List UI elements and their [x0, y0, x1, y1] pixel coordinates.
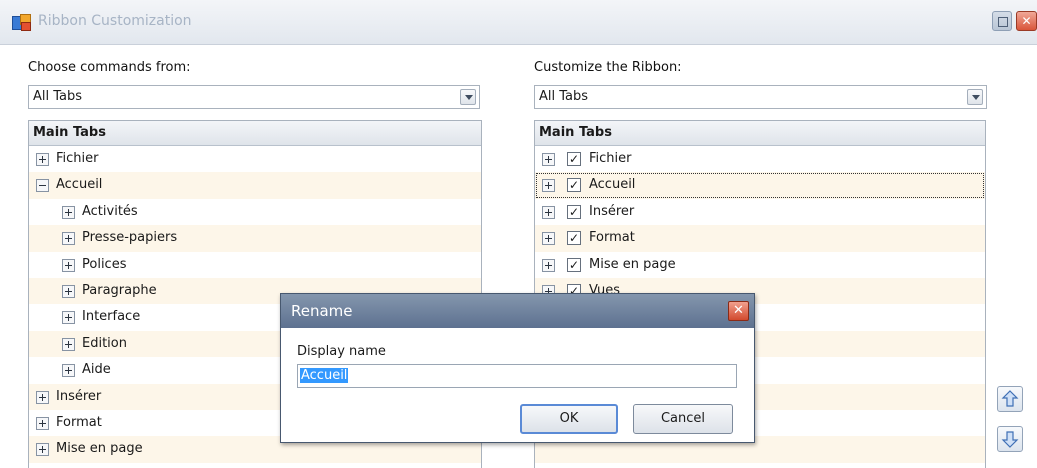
ribbon-tab-item-label: Insérer: [589, 203, 635, 219]
ribbon-tab-item-label: Format: [589, 230, 635, 246]
expand-plus-icon[interactable]: [542, 232, 555, 246]
arrow-down-icon: [1001, 431, 1019, 448]
cancel-button[interactable]: Cancel: [633, 404, 733, 434]
expand-plus-icon[interactable]: [36, 416, 49, 430]
commands-list-item-label: Presse-papiers: [82, 230, 178, 246]
ribbon-tab-item[interactable]: ✓ Fichier: [535, 146, 985, 172]
commands-list-item[interactable]: Activités: [29, 199, 481, 225]
commands-list-item[interactable]: Polices: [29, 252, 481, 278]
expand-plus-icon[interactable]: [36, 443, 49, 457]
display-name-input[interactable]: Accueil: [297, 364, 737, 388]
move-up-button[interactable]: [997, 386, 1023, 412]
commands-list-item-label: Activités: [82, 203, 138, 219]
commands-list-item-label: Mise en page: [56, 441, 143, 457]
display-name-label: Display name: [297, 344, 386, 359]
rename-dialog-title: Rename: [281, 294, 754, 328]
expand-plus-icon[interactable]: [542, 258, 555, 272]
ribbon-tabs-list-header: Main Tabs: [535, 121, 985, 146]
ribbon-tab-item-label: Fichier: [589, 151, 632, 166]
commands-list-item-label: Format: [56, 414, 102, 430]
ribbon-tab-item[interactable]: ✓ Accueil: [535, 172, 985, 199]
choose-commands-combo[interactable]: All Tabs: [28, 85, 480, 109]
expand-plus-icon[interactable]: [62, 337, 75, 351]
arrow-up-icon: [1001, 390, 1019, 407]
choose-commands-value: All Tabs: [33, 89, 83, 104]
ribbon-app-icon: [12, 14, 31, 31]
commands-list-item-label: Polices: [82, 256, 127, 272]
ribbon-tab-item[interactable]: ✓ Insérer: [535, 199, 985, 225]
customize-ribbon-label: Customize the Ribbon:: [534, 60, 682, 75]
commands-list-item[interactable]: Fichier: [29, 146, 481, 172]
commands-list-item-label: Paragraphe: [82, 282, 157, 298]
choose-commands-label: Choose commands from:: [28, 60, 191, 75]
commands-list-item[interactable]: Accueil: [29, 172, 481, 199]
ribbon-tab-item[interactable]: ✓ Mise en page: [535, 252, 985, 278]
expand-plus-icon[interactable]: [62, 311, 75, 325]
commands-list-header: Main Tabs: [29, 121, 481, 146]
window-title-bar: Ribbon Customization ✕: [0, 0, 1037, 45]
move-down-button[interactable]: [997, 426, 1023, 452]
dialog-close-button[interactable]: ✕: [728, 301, 749, 321]
maximize-button[interactable]: [992, 11, 1012, 31]
customize-ribbon-value: All Tabs: [539, 89, 589, 104]
tab-visible-checkbox[interactable]: ✓: [567, 152, 581, 166]
window-title: Ribbon Customization: [38, 13, 192, 29]
tab-visible-checkbox[interactable]: ✓: [567, 178, 581, 193]
ribbon-tab-item-label: Accueil: [589, 177, 636, 193]
chevron-down-icon[interactable]: [460, 89, 476, 105]
commands-list-item-label: Fichier: [56, 151, 99, 166]
commands-list-item-label: Accueil: [56, 177, 103, 193]
window-close-button[interactable]: ✕: [1016, 11, 1037, 31]
display-name-value: Accueil: [300, 368, 349, 383]
expand-plus-icon[interactable]: [542, 205, 555, 219]
ribbon-tab-item[interactable]: ✓ Format: [535, 225, 985, 252]
commands-list-item-label: Insérer: [56, 388, 102, 404]
ok-button[interactable]: OK: [520, 404, 618, 434]
commands-list-item-label: Edition: [82, 335, 127, 351]
tab-visible-checkbox[interactable]: ✓: [567, 231, 581, 246]
expand-plus-icon[interactable]: [62, 284, 75, 298]
customize-ribbon-combo[interactable]: All Tabs: [534, 85, 987, 109]
expand-plus-icon[interactable]: [62, 232, 75, 246]
expand-plus-icon[interactable]: [542, 179, 555, 193]
rename-dialog: Rename ✕ Display name Accueil OK Cancel: [280, 293, 755, 443]
commands-list-item-label: Aide: [82, 362, 111, 378]
commands-list-item-label: Interface: [82, 309, 141, 325]
collapse-minus-icon[interactable]: [36, 179, 49, 193]
expand-plus-icon[interactable]: [62, 364, 75, 378]
expand-plus-icon[interactable]: [62, 258, 75, 272]
expand-plus-icon[interactable]: [62, 205, 75, 219]
tab-visible-checkbox[interactable]: ✓: [567, 204, 581, 219]
ribbon-tab-item-label: Mise en page: [589, 256, 676, 272]
expand-plus-icon[interactable]: [542, 153, 555, 166]
expand-plus-icon[interactable]: [36, 390, 49, 404]
chevron-down-icon[interactable]: [967, 89, 983, 105]
commands-list-item[interactable]: Presse-papiers: [29, 225, 481, 252]
tab-visible-checkbox[interactable]: ✓: [567, 257, 581, 272]
expand-plus-icon[interactable]: [36, 153, 49, 166]
